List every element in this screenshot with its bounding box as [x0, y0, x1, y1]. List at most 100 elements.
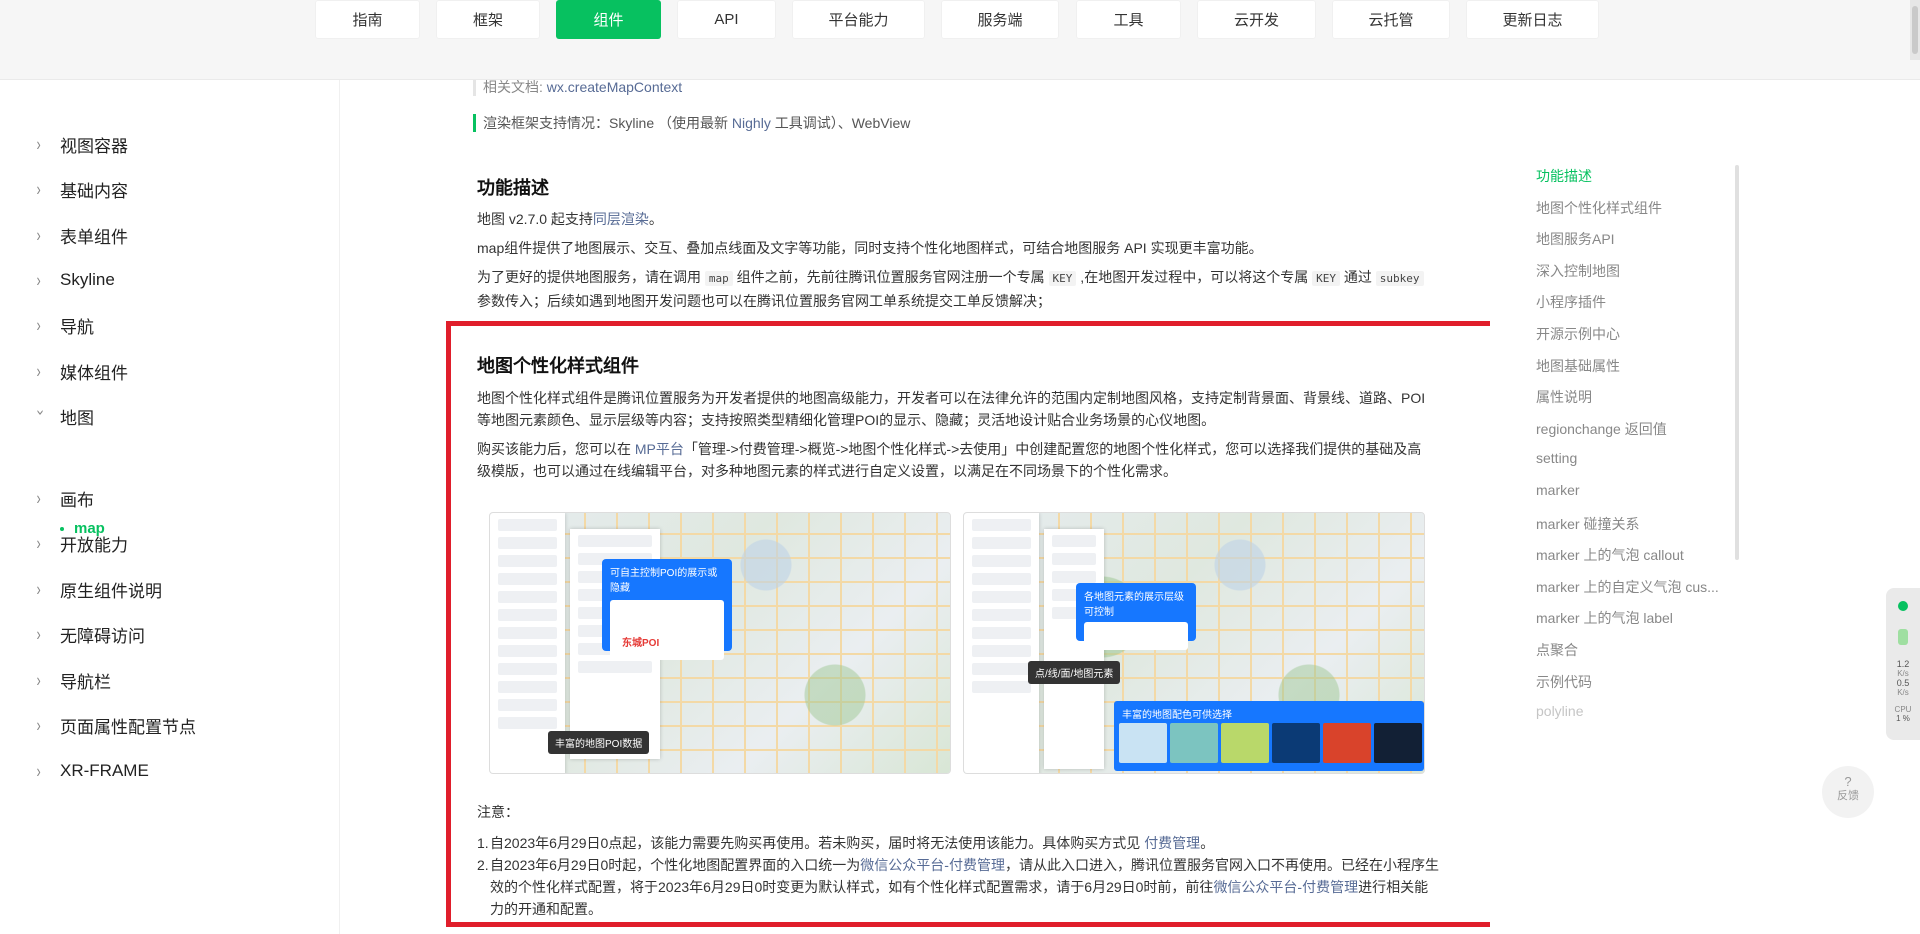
toc-item[interactable]: 属性说明: [1536, 387, 1592, 407]
cpu-label: CPU: [1894, 705, 1912, 714]
toc-item[interactable]: 功能描述: [1536, 166, 1592, 186]
callout-poi-control: 可自主控制POI的展示或隐藏 东城POI: [602, 559, 732, 660]
sidebar-item-label: 表单组件: [60, 227, 128, 247]
toc-item[interactable]: 示例代码: [1536, 672, 1592, 692]
sidebar-item-accessibility[interactable]: › 无障碍访问: [36, 619, 146, 649]
billing-link[interactable]: 付费管理: [1144, 835, 1200, 851]
paragraph-intro: map组件提供了地图展示、交互、叠加点线面及文字等功能，同时支持个性化地图样式，…: [477, 240, 1263, 256]
note-label: 注意：: [477, 804, 519, 820]
upload-unit: K/s: [1897, 669, 1909, 678]
color-themes-label: 丰富的地图配色可供选择: [1122, 710, 1232, 721]
toc-item[interactable]: 小程序插件: [1536, 292, 1606, 312]
inline-code: KEY: [1312, 271, 1340, 286]
nav-tab-changelog[interactable]: 更新日志: [1466, 0, 1599, 39]
network-monitor-widget[interactable]: 1.2 K/s 0.5 K/s CPU 1 %: [1886, 588, 1920, 740]
sidebar-item-label: XR-FRAME: [60, 761, 149, 780]
page-scrollbar[interactable]: [1910, 0, 1920, 60]
sidebar-item-label: 地图: [60, 408, 94, 428]
text: 参数传入；后续如遇到地图开发问题也可以在腾讯位置服务官网工单系统提交工单反馈解决…: [477, 293, 1051, 309]
sidebar-item-label: 原生组件说明: [60, 581, 162, 601]
toc-item[interactable]: 开源示例中心: [1536, 324, 1620, 344]
sidebar-item-native-component[interactable]: › 原生组件说明: [36, 574, 163, 604]
toc-item[interactable]: marker 上的气泡 callout: [1536, 545, 1684, 565]
toc-item[interactable]: marker 碰撞关系: [1536, 514, 1639, 534]
text: 通过: [1339, 269, 1376, 285]
sidebar-item-media[interactable]: › 媒体组件: [36, 356, 129, 386]
related-docs-label: 相关文档:: [483, 80, 547, 95]
sidebar-item-basic-content[interactable]: › 基础内容: [36, 174, 129, 204]
poi-label: 东城POI: [622, 638, 660, 649]
sidebar-item-navbar[interactable]: › 导航栏: [36, 665, 112, 695]
chevron-right-icon: ›: [36, 623, 41, 645]
toc-item[interactable]: setting: [1536, 450, 1577, 466]
render-suffix: 工具调试）、WebView: [770, 115, 911, 131]
toc-item[interactable]: regionchange 返回值: [1536, 419, 1667, 439]
sidebar-item-navigation[interactable]: › 导航: [36, 310, 95, 340]
nav-tab-guide[interactable]: 指南: [315, 0, 420, 39]
top-navigation-bar: 指南 框架 组件 API 平台能力 服务端 工具 云开发 云托管 更新日志: [0, 0, 1920, 80]
inline-code: subkey: [1375, 271, 1424, 286]
nav-tab-cloud-hosting[interactable]: 云托管: [1332, 0, 1450, 39]
paragraph-custom-style: 地图个性化样式组件是腾讯位置服务为开发者提供的地图高级能力，开发者可以在法律允许…: [477, 390, 1426, 428]
download-unit: K/s: [1897, 688, 1909, 697]
toc-item[interactable]: polyline: [1536, 703, 1583, 719]
cpu-value: 1 %: [1896, 714, 1910, 723]
text: ,在地图开发过程中，可以将这个专属: [1076, 269, 1313, 285]
nav-tab-tools[interactable]: 工具: [1076, 0, 1181, 39]
sidebar-item-label: 画布: [60, 490, 94, 510]
callout-layer-control: 各地图元素的展示层级可控制: [1076, 583, 1196, 650]
sidebar-item-canvas[interactable]: › 画布: [36, 483, 95, 513]
text: 自2023年6月29日0点起，该能力需要先购买再使用。若未购买，届时将无法使用该…: [490, 835, 1145, 851]
chevron-right-icon: ›: [36, 760, 41, 782]
toc-item[interactable]: 深入控制地图: [1536, 261, 1620, 281]
mp-platform-link[interactable]: MP平台: [635, 441, 684, 457]
toc-item[interactable]: marker 上的气泡 label: [1536, 608, 1673, 628]
main-content: 相关文档: wx.createMapContext 渲染框架支持情况：Skyli…: [340, 80, 1490, 934]
nav-tab-components[interactable]: 组件: [556, 0, 661, 39]
section-title-description: 功能描述: [477, 178, 549, 198]
render-prefix: 渲染框架支持情况：Skyline （使用最新: [483, 115, 732, 131]
toc-scrollbar[interactable]: [1735, 165, 1739, 560]
list-number: 1.: [477, 835, 489, 851]
nav-tab-api[interactable]: API: [677, 0, 776, 39]
nav-tab-framework[interactable]: 框架: [436, 0, 540, 39]
text: 组件之前，先前往腾讯位置服务官网注册一个专属: [732, 269, 1049, 285]
text: 购买该能力后，您可以在: [477, 441, 635, 457]
sidebar-item-view-container[interactable]: › 视图容器: [36, 129, 129, 159]
chevron-right-icon: ›: [36, 224, 41, 246]
sidebar-item-form[interactable]: › 表单组件: [36, 220, 129, 250]
wechat-billing-link[interactable]: 微信公众平台-付费管理: [1213, 879, 1358, 895]
text: 自2023年6月29日0时起，个性化地图配置界面的入口统一为: [490, 857, 861, 873]
wechat-billing-link[interactable]: 微信公众平台-付费管理: [860, 857, 1005, 873]
sidebar-item-open-ability[interactable]: › 开放能力: [36, 528, 129, 558]
chevron-right-icon: ›: [36, 314, 41, 336]
same-layer-render-link[interactable]: 同层渲染: [593, 211, 649, 227]
toc-item[interactable]: 地图个性化样式组件: [1536, 198, 1662, 218]
toc-item[interactable]: 地图服务API: [1536, 229, 1615, 249]
chevron-right-icon: ›: [36, 487, 41, 509]
sidebar-item-skyline[interactable]: › Skyline: [36, 265, 115, 295]
nav-tab-cloud-dev[interactable]: 云开发: [1197, 0, 1316, 39]
toc-item[interactable]: 点聚合: [1536, 640, 1578, 660]
note-item: 2. 自2023年6月29日0时起，个性化地图配置界面的入口统一为微信公众平台-付…: [477, 854, 1440, 920]
feedback-button[interactable]: ? 反馈: [1822, 766, 1874, 818]
nightly-link[interactable]: Nighly: [732, 115, 771, 131]
paragraph-key-info: 为了更好的提供地图服务，请在调用 map 组件之前，先前往腾讯位置服务官网注册一…: [477, 266, 1435, 312]
map-style-screenshot-1: 可自主控制POI的展示或隐藏 东城POI 丰富的地图POI数据: [489, 512, 951, 774]
chevron-right-icon: ›: [36, 532, 41, 554]
map-style-screenshot-2: 各地图元素的展示层级可控制 点/线/面/地图元素 丰富的地图配色可供选择: [963, 512, 1425, 774]
toc-item[interactable]: 地图基础属性: [1536, 356, 1620, 376]
sidebar-item-page-meta[interactable]: › 页面属性配置节点: [36, 710, 197, 740]
nav-tab-server[interactable]: 服务端: [941, 0, 1059, 39]
element-tag: 点/线/面/地图元素: [1028, 661, 1121, 684]
sidebar-item-map[interactable]: › 地图: [34, 401, 94, 431]
sidebar-item-xr-frame[interactable]: › XR-FRAME: [36, 756, 149, 786]
toc-item[interactable]: marker: [1536, 482, 1580, 498]
chevron-right-icon: ›: [36, 578, 41, 600]
related-docs-link[interactable]: wx.createMapContext: [547, 80, 682, 95]
toc-item[interactable]: marker 上的自定义气泡 cus...: [1536, 577, 1719, 597]
sidebar-item-label: 基础内容: [60, 181, 128, 201]
render-support-note: 渲染框架支持情况：Skyline （使用最新 Nighly 工具调试）、WebV…: [473, 114, 910, 132]
section-title-custom-style: 地图个性化样式组件: [477, 356, 639, 376]
nav-tab-platform[interactable]: 平台能力: [792, 0, 925, 39]
